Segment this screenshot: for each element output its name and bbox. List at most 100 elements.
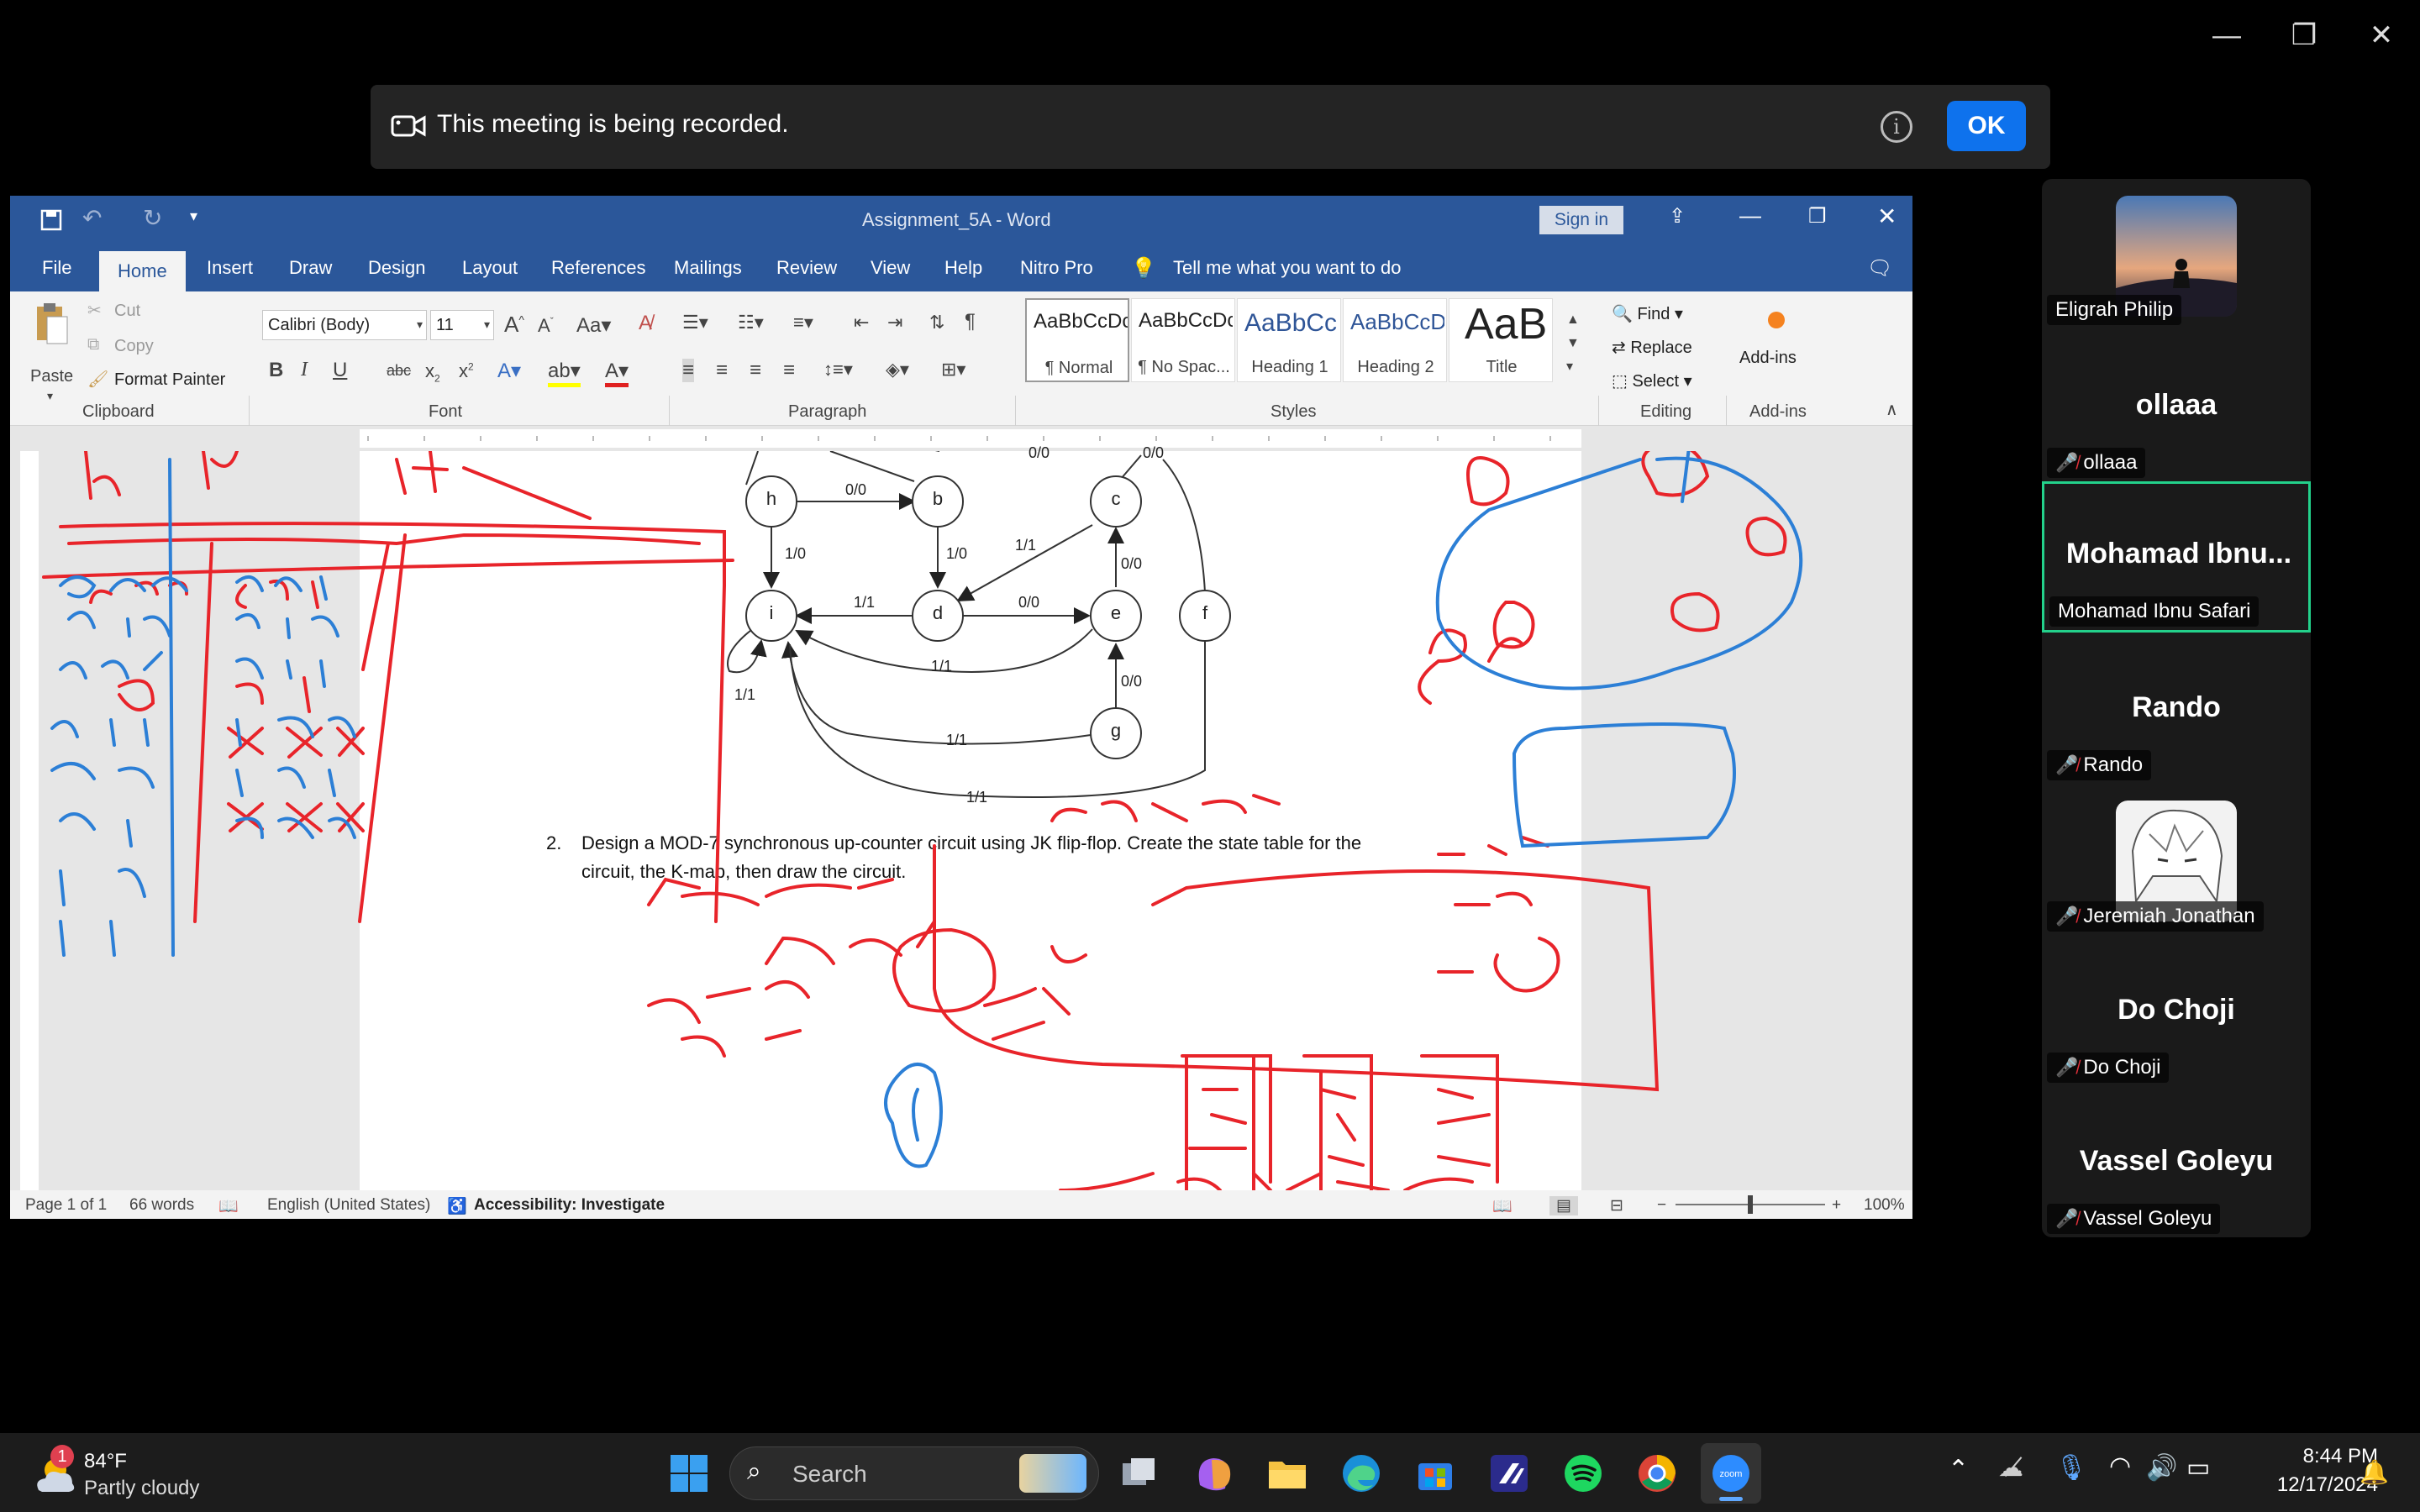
highlight-icon[interactable]: ab▾ [548, 359, 581, 387]
add-ins-icon[interactable] [1768, 312, 1785, 328]
paste-button[interactable]: Paste [30, 367, 73, 386]
participant-tile[interactable]: Eligrah Philip [2042, 179, 2311, 330]
add-ins-button[interactable]: Add-ins [1739, 349, 1797, 368]
change-case-icon[interactable]: Aa▾ [576, 313, 611, 338]
replace-button[interactable]: ⇄ Replace [1612, 337, 1692, 358]
store-icon[interactable] [1413, 1452, 1457, 1495]
tab-draw[interactable]: Draw [287, 244, 334, 291]
proofing-icon[interactable]: 📖 [218, 1196, 239, 1216]
save-icon[interactable] [40, 209, 62, 231]
copy-button[interactable]: Copy [114, 337, 154, 356]
word-minimize-button[interactable]: — [1739, 202, 1761, 228]
start-icon[interactable] [667, 1452, 711, 1495]
clock-date[interactable]: 12/17/2024 [2235, 1473, 2378, 1497]
font-name-select[interactable]: Calibri (Body) ▾ [262, 310, 427, 340]
horizontal-ruler[interactable] [10, 426, 1912, 451]
align-left-icon[interactable]: ≡ [682, 359, 695, 382]
vscode-icon[interactable] [1487, 1452, 1531, 1495]
shrink-font-icon[interactable]: Aˇ [538, 315, 554, 337]
zoom-out-icon[interactable]: − [1657, 1196, 1666, 1215]
onedrive-offline-icon[interactable]: ☁̸ [1998, 1453, 2023, 1483]
tab-insert[interactable]: Insert [205, 244, 255, 291]
paste-icon[interactable] [34, 302, 71, 347]
borders-icon[interactable]: ⊞▾ [941, 359, 965, 381]
undo-icon[interactable]: ↶ [82, 204, 102, 232]
tab-home[interactable]: Home [99, 251, 186, 291]
subscript-icon[interactable]: x2 [425, 360, 440, 384]
minimize-button[interactable]: — [2202, 17, 2252, 54]
spotify-icon[interactable] [1561, 1452, 1605, 1495]
superscript-icon[interactable]: x2 [459, 360, 474, 382]
edge-icon[interactable] [1339, 1452, 1383, 1495]
tab-view[interactable]: View [869, 244, 912, 291]
participant-tile[interactable]: 🎤̸ Jeremiah Jonathan [2042, 784, 2311, 935]
cut-button[interactable]: Cut [114, 302, 140, 321]
underline-icon[interactable]: U [333, 359, 347, 382]
chrome-icon[interactable] [1635, 1452, 1679, 1495]
italic-icon[interactable]: I [301, 359, 308, 381]
weather-widget[interactable]: 1 84°F Partly cloudy [25, 1445, 218, 1504]
taskbar-search[interactable]: ⌕ Search [729, 1446, 1099, 1500]
task-view-icon[interactable] [1118, 1452, 1161, 1495]
battery-icon[interactable]: ▭ [2186, 1453, 2210, 1483]
style-normal[interactable]: AaBbCcDc ¶ Normal [1025, 298, 1129, 382]
word-close-button[interactable]: ✕ [1877, 202, 1897, 230]
tell-me-search[interactable]: Tell me what you want to do [1171, 244, 1402, 291]
tab-file[interactable]: File [40, 244, 73, 291]
line-spacing-icon[interactable]: ↕≡▾ [823, 359, 853, 381]
find-button[interactable]: 🔍 Find ▾ [1612, 303, 1683, 324]
copilot-icon[interactable] [1192, 1452, 1235, 1495]
style-heading-2[interactable]: AaBbCcD Heading 2 [1343, 298, 1447, 382]
clear-formatting-icon[interactable]: A̸ [639, 312, 652, 335]
justify-icon[interactable]: ≡ [783, 359, 795, 382]
wifi-icon[interactable]: ◠ [2109, 1452, 2131, 1481]
shading-icon[interactable]: ◈▾ [886, 359, 909, 381]
sign-in-button[interactable]: Sign in [1539, 206, 1623, 234]
web-layout-icon[interactable]: ⊟ [1610, 1196, 1623, 1215]
numbering-icon[interactable]: ☷▾ [738, 312, 764, 333]
font-size-select[interactable]: 11 ▾ [430, 310, 494, 340]
word-count[interactable]: 66 words [129, 1196, 194, 1215]
zoom-level[interactable]: 100% [1864, 1196, 1905, 1215]
zoom-slider-thumb[interactable] [1748, 1195, 1753, 1214]
participant-tile[interactable]: ollaaa 🎤̸ ollaaa [2042, 330, 2311, 481]
zoom-app-active[interactable]: zoom [1701, 1443, 1761, 1504]
align-center-icon[interactable]: ≡ [716, 359, 728, 382]
style-heading-1[interactable]: AaBbCc Heading 1 [1237, 298, 1341, 382]
participant-tile[interactable]: Vassel Goleyu 🎤̸ Vassel Goleyu [2042, 1086, 2311, 1237]
tab-review[interactable]: Review [775, 244, 839, 291]
font-color-icon[interactable]: A▾ [605, 359, 629, 387]
cut-icon[interactable]: ✂ [87, 300, 102, 321]
tab-references[interactable]: References [550, 244, 648, 291]
show-hidden-icons[interactable]: ⌃ [1948, 1455, 1969, 1484]
participant-tile[interactable]: Do Choji 🎤̸ Do Choji [2042, 935, 2311, 1086]
text-effects-icon[interactable]: A▾ [497, 359, 521, 383]
participant-tile[interactable]: Rando 🎤̸ Rando [2042, 633, 2311, 784]
tab-layout[interactable]: Layout [460, 244, 519, 291]
microphone-icon[interactable]: 🎙 [2055, 1453, 2087, 1483]
language[interactable]: English (United States) [267, 1196, 430, 1215]
styles-scroll-icon[interactable]: ▲ ▼ ▾ [1566, 308, 1580, 379]
comments-icon[interactable]: 🗨 [1867, 256, 1892, 281]
close-button[interactable]: ✕ [2356, 17, 2407, 54]
ribbon-display-icon[interactable]: ⇪ [1669, 204, 1686, 228]
accessibility-status[interactable]: Accessibility: Investigate [474, 1196, 665, 1215]
style-no-spacing[interactable]: AaBbCcDc ¶ No Spac... [1131, 298, 1235, 382]
tab-design[interactable]: Design [366, 244, 427, 291]
paste-dropdown-icon[interactable]: ▾ [47, 389, 53, 403]
zoom-in-icon[interactable]: + [1832, 1196, 1841, 1215]
select-button[interactable]: ⬚ Select ▾ [1612, 370, 1692, 391]
grow-font-icon[interactable]: A^ [504, 312, 524, 338]
volume-icon[interactable]: 🔊 [2146, 1453, 2177, 1483]
tab-help[interactable]: Help [943, 244, 984, 291]
restore-button[interactable]: ❐ [2279, 17, 2329, 54]
word-restore-button[interactable]: ❐ [1808, 204, 1827, 228]
tab-nitro-pro[interactable]: Nitro Pro [1018, 244, 1095, 291]
info-icon[interactable]: i [1881, 111, 1912, 143]
sort-icon[interactable]: ⇅ [929, 312, 944, 333]
style-title[interactable]: AaB Title [1449, 298, 1553, 382]
format-painter-icon[interactable]: 🖌 [87, 369, 108, 390]
strikethrough-icon[interactable]: abc [387, 362, 411, 380]
collapse-ribbon-icon[interactable]: ∧ [1886, 399, 1898, 420]
copy-icon[interactable]: ⧉ [87, 335, 99, 354]
